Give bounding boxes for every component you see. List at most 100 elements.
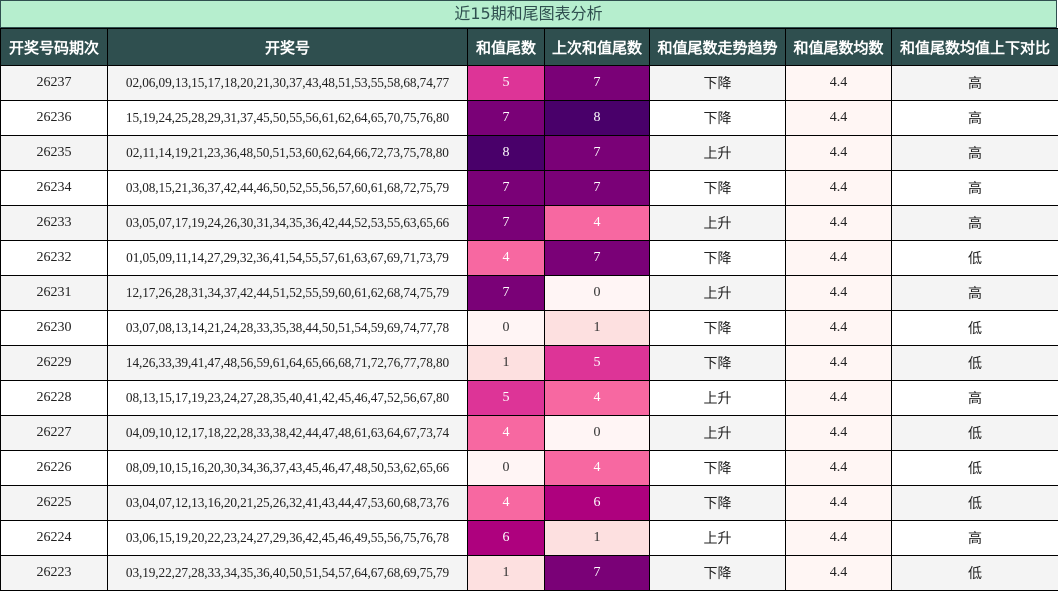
numbers-cell: 03,05,07,17,19,24,26,30,31,34,35,36,42,4… bbox=[108, 206, 468, 241]
tail-cell: 7 bbox=[468, 206, 545, 241]
table-row: 2622914,26,33,39,41,47,48,56,59,61,64,65… bbox=[1, 346, 1058, 381]
header-numbers: 开奖号 bbox=[108, 29, 468, 66]
table-row: 2623112,17,26,28,31,34,37,42,44,51,52,55… bbox=[1, 276, 1058, 311]
period-cell: 26225 bbox=[1, 486, 108, 521]
average-cell: 4.4 bbox=[786, 241, 892, 276]
tail-cell: 4 bbox=[468, 241, 545, 276]
trend-cell: 下降 bbox=[650, 241, 786, 276]
trend-cell: 上升 bbox=[650, 381, 786, 416]
trend-cell: 下降 bbox=[650, 66, 786, 101]
numbers-cell: 04,09,10,12,17,18,22,28,33,38,42,44,47,4… bbox=[108, 416, 468, 451]
header-trend: 和值尾数走势趋势 bbox=[650, 29, 786, 66]
tail-cell: 7 bbox=[468, 171, 545, 206]
header-compare: 和值尾数均值上下对比 bbox=[892, 29, 1058, 66]
tail-cell: 7 bbox=[468, 276, 545, 311]
prev-tail-cell: 4 bbox=[545, 451, 650, 486]
compare-cell: 高 bbox=[892, 206, 1058, 241]
table-row: 2623615,19,24,25,28,29,31,37,45,50,55,56… bbox=[1, 101, 1058, 136]
tail-cell: 8 bbox=[468, 136, 545, 171]
prev-tail-cell: 7 bbox=[545, 556, 650, 591]
numbers-cell: 02,11,14,19,21,23,36,48,50,51,53,60,62,6… bbox=[108, 136, 468, 171]
average-cell: 4.4 bbox=[786, 346, 892, 381]
compare-cell: 高 bbox=[892, 521, 1058, 556]
numbers-cell: 03,07,08,13,14,21,24,28,33,35,38,44,50,5… bbox=[108, 311, 468, 346]
period-cell: 26233 bbox=[1, 206, 108, 241]
tail-cell: 4 bbox=[468, 416, 545, 451]
period-cell: 26223 bbox=[1, 556, 108, 591]
numbers-cell: 03,04,07,12,13,16,20,21,25,26,32,41,43,4… bbox=[108, 486, 468, 521]
lottery-analysis-panel: 近15期和尾图表分析 开奖号码期次 开奖号 和值尾数 上次和值尾数 和值尾数走势… bbox=[0, 0, 1058, 590]
average-cell: 4.4 bbox=[786, 136, 892, 171]
trend-cell: 下降 bbox=[650, 451, 786, 486]
numbers-cell: 08,09,10,15,16,20,30,34,36,37,43,45,46,4… bbox=[108, 451, 468, 486]
average-cell: 4.4 bbox=[786, 556, 892, 591]
numbers-cell: 03,08,15,21,36,37,42,44,46,50,52,55,56,5… bbox=[108, 171, 468, 206]
compare-cell: 低 bbox=[892, 346, 1058, 381]
numbers-cell: 12,17,26,28,31,34,37,42,44,51,52,55,59,6… bbox=[108, 276, 468, 311]
compare-cell: 低 bbox=[892, 451, 1058, 486]
table-body: 2623702,06,09,13,15,17,18,20,21,30,37,43… bbox=[1, 66, 1058, 591]
period-cell: 26226 bbox=[1, 451, 108, 486]
average-cell: 4.4 bbox=[786, 276, 892, 311]
average-cell: 4.4 bbox=[786, 66, 892, 101]
table-row: 2622608,09,10,15,16,20,30,34,36,37,43,45… bbox=[1, 451, 1058, 486]
table-row: 2623303,05,07,17,19,24,26,30,31,34,35,36… bbox=[1, 206, 1058, 241]
average-cell: 4.4 bbox=[786, 521, 892, 556]
tail-cell: 1 bbox=[468, 556, 545, 591]
tail-cell: 0 bbox=[468, 451, 545, 486]
trend-cell: 上升 bbox=[650, 136, 786, 171]
compare-cell: 高 bbox=[892, 276, 1058, 311]
trend-cell: 上升 bbox=[650, 206, 786, 241]
compare-cell: 低 bbox=[892, 556, 1058, 591]
numbers-cell: 03,06,15,19,20,22,23,24,27,29,36,42,45,4… bbox=[108, 521, 468, 556]
tail-cell: 5 bbox=[468, 381, 545, 416]
average-cell: 4.4 bbox=[786, 101, 892, 136]
tail-cell: 1 bbox=[468, 346, 545, 381]
prev-tail-cell: 7 bbox=[545, 171, 650, 206]
header-average: 和值尾数均数 bbox=[786, 29, 892, 66]
table-row: 2622704,09,10,12,17,18,22,28,33,38,42,44… bbox=[1, 416, 1058, 451]
period-cell: 26232 bbox=[1, 241, 108, 276]
trend-cell: 下降 bbox=[650, 101, 786, 136]
numbers-cell: 01,05,09,11,14,27,29,32,36,41,54,55,57,6… bbox=[108, 241, 468, 276]
compare-cell: 高 bbox=[892, 66, 1058, 101]
period-cell: 26235 bbox=[1, 136, 108, 171]
numbers-cell: 03,19,22,27,28,33,34,35,36,40,50,51,54,5… bbox=[108, 556, 468, 591]
table-row: 2623502,11,14,19,21,23,36,48,50,51,53,60… bbox=[1, 136, 1058, 171]
average-cell: 4.4 bbox=[786, 451, 892, 486]
numbers-cell: 14,26,33,39,41,47,48,56,59,61,64,65,66,6… bbox=[108, 346, 468, 381]
trend-cell: 下降 bbox=[650, 311, 786, 346]
prev-tail-cell: 7 bbox=[545, 241, 650, 276]
prev-tail-cell: 4 bbox=[545, 381, 650, 416]
period-cell: 26228 bbox=[1, 381, 108, 416]
period-cell: 26229 bbox=[1, 346, 108, 381]
prev-tail-cell: 5 bbox=[545, 346, 650, 381]
average-cell: 4.4 bbox=[786, 381, 892, 416]
prev-tail-cell: 6 bbox=[545, 486, 650, 521]
prev-tail-cell: 0 bbox=[545, 416, 650, 451]
compare-cell: 高 bbox=[892, 101, 1058, 136]
compare-cell: 高 bbox=[892, 171, 1058, 206]
prev-tail-cell: 7 bbox=[545, 66, 650, 101]
prev-tail-cell: 1 bbox=[545, 311, 650, 346]
prev-tail-cell: 1 bbox=[545, 521, 650, 556]
numbers-cell: 08,13,15,17,19,23,24,27,28,35,40,41,42,4… bbox=[108, 381, 468, 416]
period-cell: 26231 bbox=[1, 276, 108, 311]
trend-cell: 下降 bbox=[650, 556, 786, 591]
table-row: 2623201,05,09,11,14,27,29,32,36,41,54,55… bbox=[1, 241, 1058, 276]
compare-cell: 低 bbox=[892, 311, 1058, 346]
average-cell: 4.4 bbox=[786, 311, 892, 346]
prev-tail-cell: 8 bbox=[545, 101, 650, 136]
period-cell: 26237 bbox=[1, 66, 108, 101]
table-row: 2622303,19,22,27,28,33,34,35,36,40,50,51… bbox=[1, 556, 1058, 591]
tail-cell: 6 bbox=[468, 521, 545, 556]
period-cell: 26224 bbox=[1, 521, 108, 556]
compare-cell: 低 bbox=[892, 241, 1058, 276]
table-row: 2623403,08,15,21,36,37,42,44,46,50,52,55… bbox=[1, 171, 1058, 206]
tail-analysis-table: 开奖号码期次 开奖号 和值尾数 上次和值尾数 和值尾数走势趋势 和值尾数均数 和… bbox=[0, 28, 1058, 591]
period-cell: 26230 bbox=[1, 311, 108, 346]
prev-tail-cell: 7 bbox=[545, 136, 650, 171]
prev-tail-cell: 0 bbox=[545, 276, 650, 311]
tail-cell: 5 bbox=[468, 66, 545, 101]
trend-cell: 上升 bbox=[650, 416, 786, 451]
